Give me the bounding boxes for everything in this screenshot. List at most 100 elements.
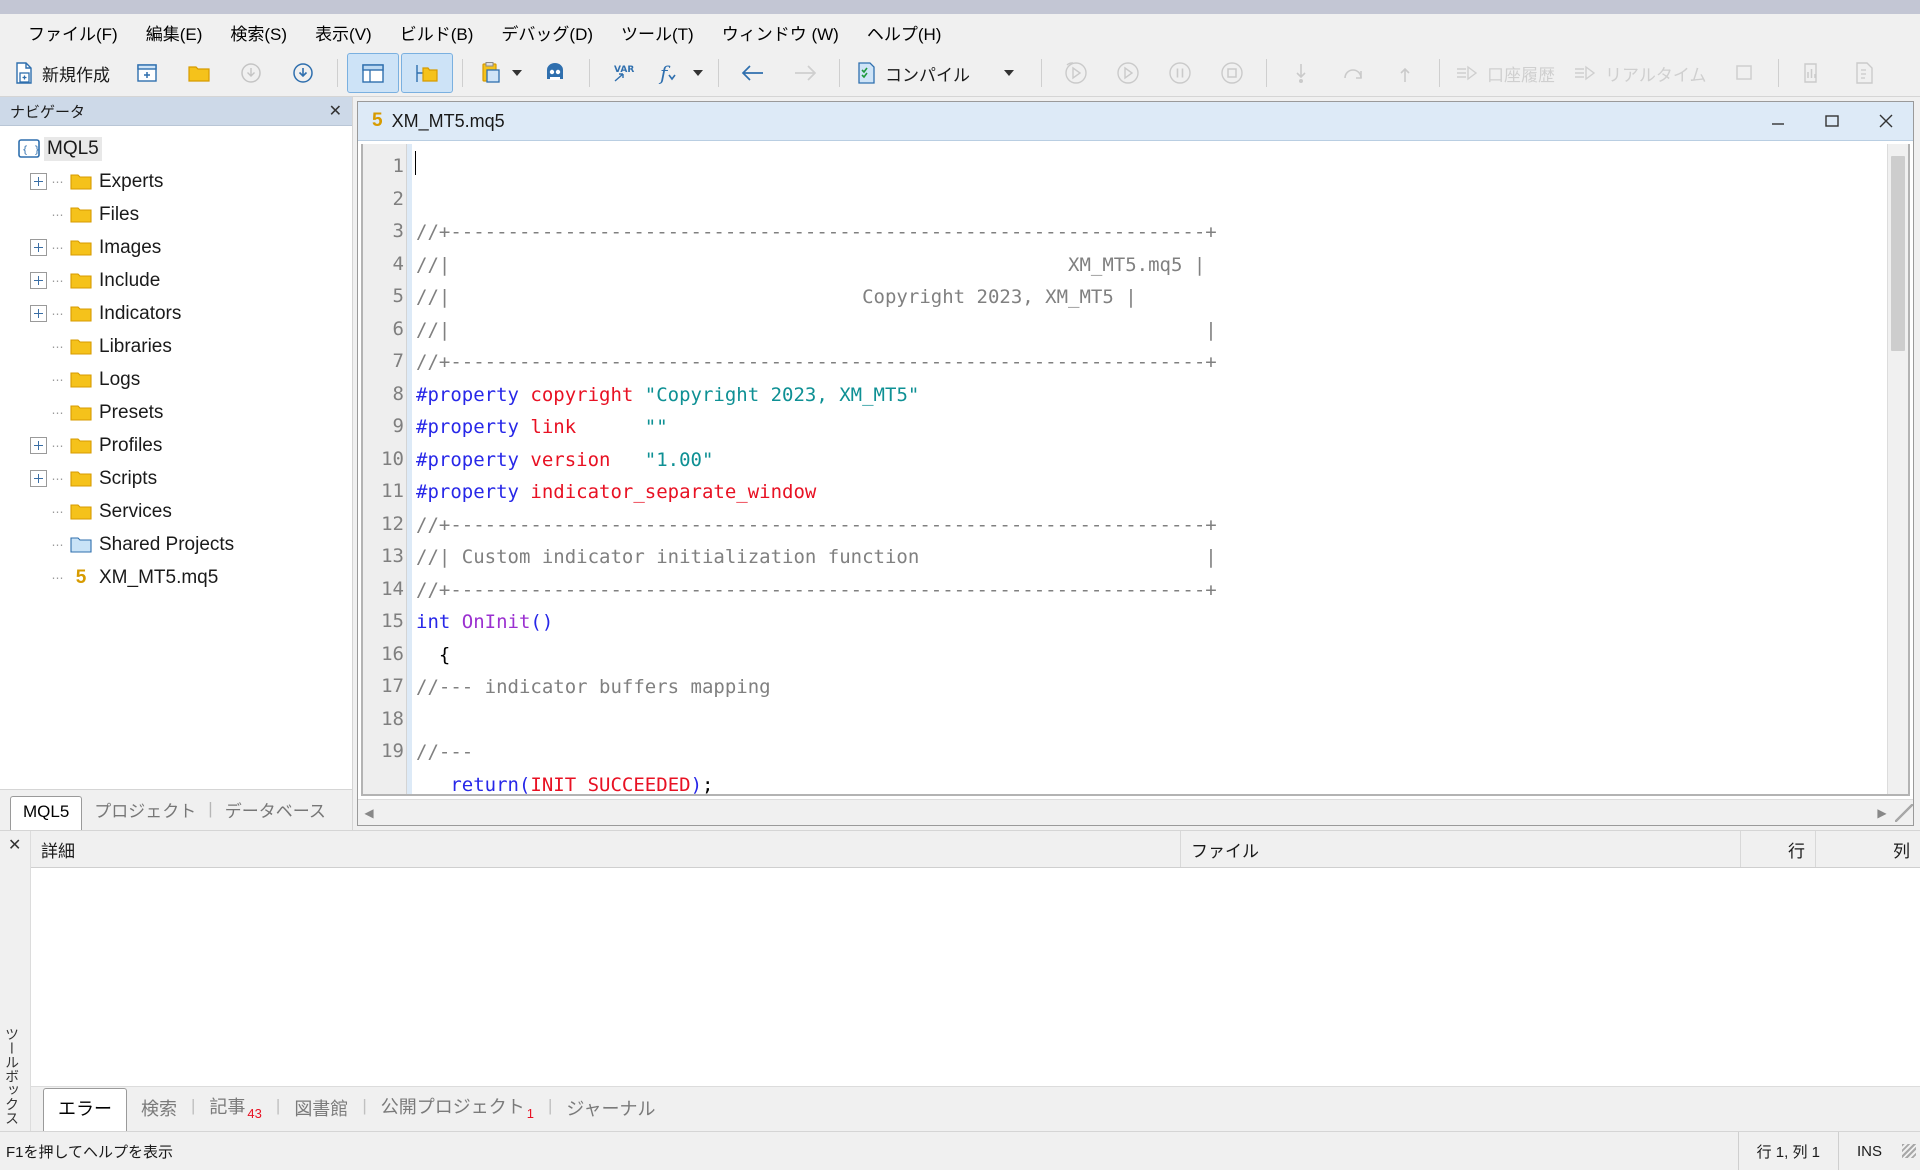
tree-node-mql5-root[interactable]: { } MQL5 xyxy=(0,132,352,165)
style-button[interactable] xyxy=(530,54,580,92)
tree-node-shared-projects[interactable]: ⋯ Shared Projects xyxy=(0,528,352,561)
column-header-file[interactable]: ファイル xyxy=(1181,831,1741,867)
toolbox-tab-public-projects[interactable]: 公開プロジェクト 1 xyxy=(367,1087,548,1131)
code-line[interactable]: { xyxy=(416,639,1887,672)
menu-build[interactable]: ビルド(B) xyxy=(386,16,488,49)
code-line[interactable]: #property copyright "Copyright 2023, XM_… xyxy=(416,379,1887,412)
code-editor[interactable]: 1 2 3 4 5 6 7 8 9 10 11 12 13 14 15 16 1… xyxy=(361,144,1910,797)
code-line[interactable]: #property version "1.00" xyxy=(416,444,1887,477)
toolbox-close-icon[interactable]: ✕ xyxy=(8,835,21,855)
code-line[interactable]: //+-------------------------------------… xyxy=(416,216,1887,249)
resize-grip[interactable] xyxy=(1895,803,1913,822)
scroll-left-arrow-icon[interactable]: ◀ xyxy=(358,801,380,825)
menu-file[interactable]: ファイル(F) xyxy=(14,16,132,49)
expand-icon[interactable] xyxy=(30,305,47,322)
maximize-button[interactable] xyxy=(1805,102,1859,140)
debug-stop-button[interactable] xyxy=(1207,54,1257,92)
navigator-close-icon[interactable]: ✕ xyxy=(325,101,346,121)
clipboard-button[interactable] xyxy=(472,54,528,92)
code-area[interactable]: 1 2 3 4 5 6 7 8 9 10 11 12 13 14 15 16 1… xyxy=(363,144,1887,795)
profiler-button[interactable] xyxy=(1788,54,1838,92)
tree-node-services[interactable]: ⋯ Services xyxy=(0,495,352,528)
compile-button[interactable]: コンパイル xyxy=(849,54,980,92)
horizontal-scrollbar[interactable]: ◀ ▶ xyxy=(358,799,1913,825)
navigate-forward-button[interactable] xyxy=(780,54,830,92)
tree-node-scripts[interactable]: ⋯ Scripts xyxy=(0,462,352,495)
open-folder-button[interactable] xyxy=(174,54,224,92)
vertical-scrollbar[interactable] xyxy=(1887,144,1908,795)
tree-node-libraries[interactable]: ⋯ Libraries xyxy=(0,330,352,363)
toolbox-tab-library[interactable]: 図書館 xyxy=(280,1089,362,1131)
clipboard-dropdown-caret[interactable] xyxy=(512,70,522,76)
tree-node-logs[interactable]: ⋯ Logs xyxy=(0,363,352,396)
toolbox-tab-errors[interactable]: エラー xyxy=(43,1088,127,1132)
code-line[interactable]: //+-------------------------------------… xyxy=(416,346,1887,379)
step-over-button[interactable] xyxy=(1328,54,1378,92)
menu-view[interactable]: 表示(V) xyxy=(301,16,386,49)
navigator-tab-database[interactable]: データベース xyxy=(213,792,338,830)
code-line[interactable]: #property link "" xyxy=(416,411,1887,444)
tree-node-indicators[interactable]: ⋯ Indicators xyxy=(0,297,352,330)
code-line[interactable]: //+-------------------------------------… xyxy=(416,574,1887,607)
code-line[interactable]: //--- indicator buffers mapping xyxy=(416,671,1887,704)
toggle-navigator-button[interactable] xyxy=(347,53,399,93)
menu-help[interactable]: ヘルプ(H) xyxy=(853,16,956,49)
navigator-tree[interactable]: { } MQL5 ⋯ Experts ⋯ Files ⋯ Images ⋯ In… xyxy=(0,126,352,789)
status-insert-mode[interactable]: INS xyxy=(1837,1132,1900,1170)
tree-node-files[interactable]: ⋯ Files xyxy=(0,198,352,231)
navigator-tab-project[interactable]: プロジェクト xyxy=(82,792,208,830)
realtime-button[interactable]: リアルタイム xyxy=(1567,54,1717,92)
code-line[interactable]: return(INIT_SUCCEEDED); xyxy=(416,769,1887,795)
document-tab-xm-mt5[interactable]: 5 XM_MT5.mq5 xyxy=(358,102,519,140)
code-text[interactable]: //+-------------------------------------… xyxy=(412,144,1887,794)
navigate-back-button[interactable] xyxy=(728,54,778,92)
tree-node-profiles[interactable]: ⋯ Profiles xyxy=(0,429,352,462)
tree-node-experts[interactable]: ⋯ Experts xyxy=(0,165,352,198)
functions-dropdown-caret[interactable] xyxy=(693,70,703,76)
menu-window[interactable]: ウィンドウ (W) xyxy=(708,16,853,49)
menu-edit[interactable]: 編集(E) xyxy=(132,16,217,49)
code-line[interactable]: //| XM_MT5.mq5 | xyxy=(416,249,1887,282)
tree-node-include[interactable]: ⋯ Include xyxy=(0,264,352,297)
save-all-button[interactable] xyxy=(278,54,328,92)
code-line[interactable]: //| Custom indicator initialization func… xyxy=(416,541,1887,574)
variables-button[interactable]: VAR xyxy=(599,54,649,92)
code-line[interactable]: int OnInit() xyxy=(416,606,1887,639)
menu-tools[interactable]: ツール(T) xyxy=(607,16,708,49)
status-resize-grip[interactable] xyxy=(1902,1144,1916,1158)
stop-test-button[interactable] xyxy=(1719,54,1769,92)
code-line[interactable]: //+-------------------------------------… xyxy=(416,509,1887,542)
close-button[interactable] xyxy=(1859,102,1913,140)
toolbox-tab-articles[interactable]: 記事 43 xyxy=(195,1087,275,1131)
scroll-right-arrow-icon[interactable]: ▶ xyxy=(1871,801,1893,825)
step-into-button[interactable] xyxy=(1276,54,1326,92)
functions-button[interactable]: f xyxy=(651,54,709,92)
code-line[interactable]: //--- xyxy=(416,736,1887,769)
code-line[interactable]: #property indicator_separate_window xyxy=(416,476,1887,509)
navigator-tab-mql5[interactable]: MQL5 xyxy=(10,796,83,831)
step-out-button[interactable] xyxy=(1380,54,1430,92)
column-header-detail[interactable]: 詳細 xyxy=(31,831,1181,867)
column-header-column[interactable]: 列 xyxy=(1816,831,1920,867)
minimize-button[interactable] xyxy=(1751,102,1805,140)
menu-debug[interactable]: デバッグ(D) xyxy=(487,16,607,49)
tree-node-presets[interactable]: ⋯ Presets xyxy=(0,396,352,429)
column-header-line[interactable]: 行 xyxy=(1741,831,1816,867)
expand-icon[interactable] xyxy=(30,470,47,487)
debug-pause-button[interactable] xyxy=(1155,54,1205,92)
tree-node-images[interactable]: ⋯ Images xyxy=(0,231,352,264)
expand-icon[interactable] xyxy=(30,173,47,190)
vertical-scrollbar-thumb[interactable] xyxy=(1891,156,1905,351)
toolbox-tab-journal[interactable]: ジャーナル xyxy=(552,1089,669,1131)
debug-restart-button[interactable] xyxy=(1051,54,1101,92)
code-line[interactable]: //| | xyxy=(416,314,1887,347)
menu-search[interactable]: 検索(S) xyxy=(216,16,301,49)
expand-icon[interactable] xyxy=(30,272,47,289)
toolbox-tab-search[interactable]: 検索 xyxy=(127,1089,191,1131)
toolbox-error-list[interactable] xyxy=(31,868,1920,1086)
new-file-button[interactable]: 新規作成 xyxy=(6,54,120,92)
compile-dropdown-button[interactable] xyxy=(982,54,1032,92)
code-line[interactable] xyxy=(416,704,1887,737)
expand-icon[interactable] xyxy=(30,437,47,454)
toggle-toolbox-button[interactable] xyxy=(401,53,453,93)
